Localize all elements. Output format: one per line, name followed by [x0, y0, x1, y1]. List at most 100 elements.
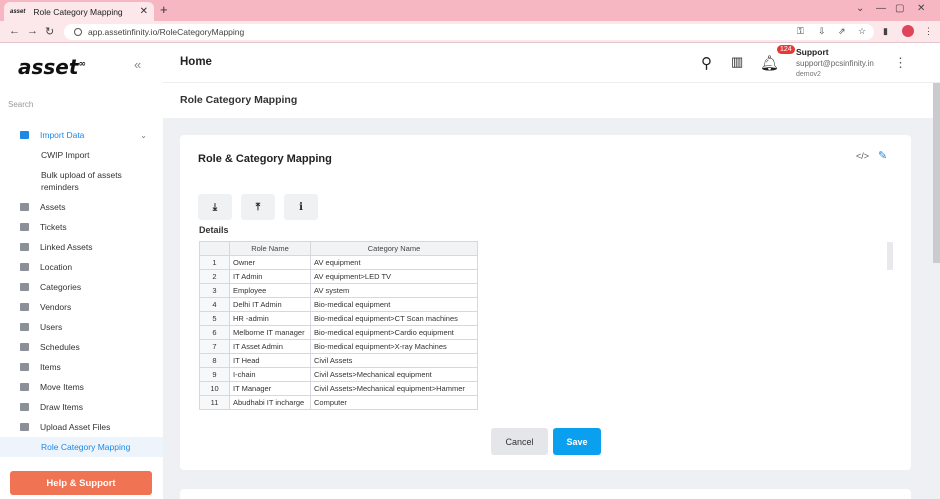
- more-options-icon[interactable]: ⋮: [894, 55, 907, 71]
- row-number-cell[interactable]: 7: [199, 339, 230, 354]
- role-name-cell[interactable]: Delhi IT Admin: [229, 297, 311, 312]
- role-name-cell[interactable]: HR -admin: [229, 311, 311, 326]
- role-name-cell[interactable]: IT Asset Admin: [229, 339, 311, 354]
- cancel-button[interactable]: Cancel: [491, 428, 548, 455]
- row-number-cell[interactable]: 5: [199, 311, 230, 326]
- sidebar-item-categories[interactable]: Categories: [0, 277, 163, 297]
- role-name-cell[interactable]: Abudhabi IT incharge: [229, 395, 311, 410]
- role-name-cell[interactable]: Owner: [229, 255, 311, 270]
- category-name-cell[interactable]: Civil Assets: [310, 353, 478, 368]
- collapse-sidebar-icon[interactable]: «: [134, 57, 141, 72]
- chevron-down-icon[interactable]: ⌄: [856, 3, 864, 14]
- column-header-category-name[interactable]: Category Name: [310, 241, 478, 256]
- sidebar-item-draw-items[interactable]: Draw Items: [0, 397, 163, 417]
- category-name-cell[interactable]: AV equipment: [310, 255, 478, 270]
- zoom-search-icon[interactable]: ⚲: [701, 54, 712, 72]
- row-number-cell[interactable]: 3: [199, 283, 230, 298]
- table-row[interactable]: 11 Abudhabi IT incharge Computer: [199, 395, 478, 410]
- help-support-button[interactable]: Help & Support: [10, 471, 152, 495]
- back-icon[interactable]: ←: [9, 25, 20, 37]
- role-name-cell[interactable]: Melborne IT manager: [229, 325, 311, 340]
- browser-menu-icon[interactable]: ⋮: [924, 26, 933, 37]
- sidebar-item-users[interactable]: Users: [0, 317, 163, 337]
- user-name[interactable]: Support: [796, 47, 829, 57]
- close-tab-icon[interactable]: ✕: [140, 6, 148, 17]
- table-row[interactable]: 3 Employee AV system: [199, 283, 478, 298]
- table-scrollbar[interactable]: [887, 242, 893, 270]
- reload-icon[interactable]: ↻: [45, 25, 54, 38]
- table-row[interactable]: 6 Melborne IT manager Bio-medical equipmen…: [199, 325, 478, 340]
- category-name-cell[interactable]: Bio-medical equipment: [310, 297, 478, 312]
- install-icon[interactable]: ⇩: [818, 26, 826, 37]
- sidebar-item-tickets[interactable]: Tickets: [0, 217, 163, 237]
- table-row[interactable]: 2 IT Admin AV equipment>LED TV: [199, 269, 478, 284]
- page-header: Role Category Mapping: [163, 83, 940, 118]
- download-button[interactable]: ⤓: [198, 194, 232, 220]
- sidebar-item-upload-asset-files[interactable]: Upload Asset Files: [0, 417, 163, 437]
- save-button[interactable]: Save: [553, 428, 601, 455]
- profile-avatar[interactable]: [902, 25, 914, 37]
- role-name-cell[interactable]: Employee: [229, 283, 311, 298]
- table-row[interactable]: 5 HR -admin Bio-medical equipment>CT Scan …: [199, 311, 478, 326]
- row-number-cell[interactable]: 9: [199, 367, 230, 382]
- category-name-cell[interactable]: Bio-medical equipment>CT Scan machines: [310, 311, 478, 326]
- bookmark-star-icon[interactable]: ☆: [858, 26, 866, 37]
- sidebar-item-location[interactable]: Location: [0, 257, 163, 277]
- sidebar-item-linked-assets[interactable]: Linked Assets: [0, 237, 163, 257]
- row-number-cell[interactable]: 2: [199, 269, 230, 284]
- role-name-cell[interactable]: IT Manager: [229, 381, 311, 396]
- share-icon[interactable]: ⇗: [838, 26, 846, 37]
- sidebar-item-assets[interactable]: Assets: [0, 197, 163, 217]
- table-row[interactable]: 7 IT Asset Admin Bio-medical equipment>X-r…: [199, 339, 478, 354]
- upload-button[interactable]: ⤒: [241, 194, 275, 220]
- page-scrollbar[interactable]: [933, 83, 940, 263]
- edit-pencil-icon[interactable]: ✎: [878, 149, 887, 162]
- column-header-role-name[interactable]: Role Name: [229, 241, 311, 256]
- row-number-cell[interactable]: 8: [199, 353, 230, 368]
- barcode-scan-icon[interactable]: ▥: [731, 54, 743, 70]
- sidebar-subitem-bulk-upload[interactable]: Bulk upload of assets reminders: [0, 165, 163, 197]
- url-field[interactable]: app.assetinfinity.io/RoleCategoryMapping: [64, 24, 874, 40]
- site-info-icon[interactable]: [74, 28, 82, 36]
- window-close-icon[interactable]: ✕: [917, 3, 925, 14]
- row-number-cell[interactable]: 10: [199, 381, 230, 396]
- browser-tab[interactable]: asset Role Category Mapping ✕: [4, 2, 154, 21]
- bell-icon[interactable]: 🔔︎: [760, 54, 779, 72]
- table-row[interactable]: 1 Owner AV equipment: [199, 255, 478, 270]
- new-tab-icon[interactable]: +: [160, 2, 168, 17]
- category-name-cell[interactable]: Bio-medical equipment>X-ray Machines: [310, 339, 478, 354]
- forward-icon[interactable]: →: [27, 25, 38, 37]
- tab-title: Role Category Mapping: [33, 6, 123, 17]
- table-row[interactable]: 4 Delhi IT Admin Bio-medical equipment: [199, 297, 478, 312]
- sidebar-search-input[interactable]: Search: [8, 100, 33, 109]
- role-name-cell[interactable]: IT Admin: [229, 269, 311, 284]
- category-name-cell[interactable]: AV system: [310, 283, 478, 298]
- table-row[interactable]: 10 IT Manager Civil Assets>Mechanical equi…: [199, 381, 478, 396]
- sidebar-subitem-role-category-mapping[interactable]: Role Category Mapping: [0, 437, 163, 457]
- role-name-cell[interactable]: I-chain: [229, 367, 311, 382]
- sidebar-item-items[interactable]: Items: [0, 357, 163, 377]
- row-number-cell[interactable]: 11: [199, 395, 230, 410]
- code-icon[interactable]: </>: [856, 151, 869, 161]
- info-button[interactable]: i: [284, 194, 318, 220]
- role-name-cell[interactable]: IT Head: [229, 353, 311, 368]
- sidebar-item-vendors[interactable]: Vendors: [0, 297, 163, 317]
- sidebar-subitem-cwip-import[interactable]: CWIP Import: [0, 145, 163, 165]
- table-row[interactable]: 8 IT Head Civil Assets: [199, 353, 478, 368]
- restore-icon[interactable]: ▢: [895, 3, 904, 14]
- category-name-cell[interactable]: Bio-medical equipment>Cardio equipment: [310, 325, 478, 340]
- row-number-cell[interactable]: 1: [199, 255, 230, 270]
- key-icon[interactable]: ⚿: [797, 26, 804, 37]
- category-name-cell[interactable]: Civil Assets>Mechanical equipment: [310, 367, 478, 382]
- table-row[interactable]: 9 I-chain Civil Assets>Mechanical equipmen…: [199, 367, 478, 382]
- sidebar-item-schedules[interactable]: Schedules: [0, 337, 163, 357]
- sidebar-item-import-data[interactable]: Import Data ⌄: [0, 125, 163, 145]
- minimize-icon[interactable]: —: [876, 3, 886, 14]
- sidebar-item-move-items[interactable]: Move Items: [0, 377, 163, 397]
- category-name-cell[interactable]: Computer: [310, 395, 478, 410]
- category-name-cell[interactable]: AV equipment>LED TV: [310, 269, 478, 284]
- side-panel-icon[interactable]: ▮: [883, 26, 888, 37]
- row-number-cell[interactable]: 6: [199, 325, 230, 340]
- row-number-cell[interactable]: 4: [199, 297, 230, 312]
- category-name-cell[interactable]: Civil Assets>Mechanical equipment>Hammer: [310, 381, 478, 396]
